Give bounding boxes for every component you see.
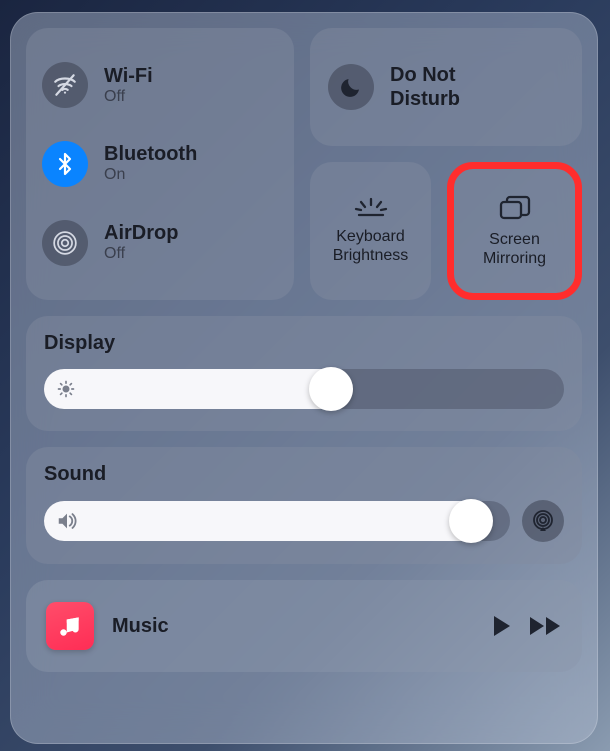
connectivity-module: Wi-Fi Off Bluetooth On [26, 28, 294, 300]
sound-slider[interactable] [44, 501, 510, 541]
top-right-column: Do Not Disturb Key [310, 28, 582, 300]
bluetooth-toggle[interactable]: Bluetooth On [42, 141, 278, 187]
display-slider-knob[interactable] [309, 367, 353, 411]
keyboard-brightness-button[interactable]: Keyboard Brightness [310, 162, 431, 300]
sound-slider-knob[interactable] [449, 499, 493, 543]
top-row: Wi-Fi Off Bluetooth On [26, 28, 582, 300]
airdrop-label: AirDrop [104, 222, 178, 245]
keyboard-brightness-label: Keyboard Brightness [333, 227, 409, 265]
speaker-icon [56, 511, 78, 531]
play-button[interactable] [490, 614, 512, 638]
do-not-disturb-toggle[interactable]: Do Not Disturb [310, 28, 582, 146]
wifi-label: Wi-Fi [104, 65, 153, 88]
small-modules-row: Keyboard Brightness Screen Mirroring [310, 162, 582, 300]
screen-mirroring-label: Screen Mirroring [483, 230, 546, 268]
now-playing-module[interactable]: Music [26, 580, 582, 672]
brightness-low-icon [56, 379, 76, 399]
bluetooth-status: On [104, 166, 197, 184]
display-slider[interactable] [44, 369, 564, 409]
screen-mirroring-icon [497, 194, 533, 222]
dnd-label: Do Not Disturb [390, 63, 460, 111]
display-title: Display [44, 332, 564, 355]
wifi-text: Wi-Fi Off [104, 65, 153, 106]
airdrop-icon [42, 220, 88, 266]
airdrop-status: Off [104, 245, 178, 263]
next-track-button[interactable] [528, 615, 562, 637]
now-playing-title: Music [112, 615, 472, 638]
sound-slider-fill [44, 501, 491, 541]
display-slider-fill [44, 369, 351, 409]
bluetooth-label: Bluetooth [104, 143, 197, 166]
airplay-audio-icon [531, 509, 555, 533]
sound-title: Sound [44, 463, 564, 486]
keyboard-brightness-icon [353, 197, 389, 219]
moon-icon [328, 64, 374, 110]
display-module: Display [26, 316, 582, 431]
control-center-panel: Wi-Fi Off Bluetooth On [10, 12, 598, 744]
wifi-off-icon [42, 62, 88, 108]
bluetooth-text: Bluetooth On [104, 143, 197, 184]
screen-mirroring-button[interactable]: Screen Mirroring [447, 162, 582, 300]
sound-module: Sound [26, 447, 582, 564]
wifi-status: Off [104, 88, 153, 106]
wifi-toggle[interactable]: Wi-Fi Off [42, 62, 278, 108]
bluetooth-icon [42, 141, 88, 187]
airdrop-text: AirDrop Off [104, 222, 178, 263]
dnd-label-text: Do Not Disturb [390, 64, 460, 110]
music-app-icon [46, 602, 94, 650]
airdrop-toggle[interactable]: AirDrop Off [42, 220, 278, 266]
media-controls [490, 614, 562, 638]
airplay-audio-button[interactable] [522, 500, 564, 542]
